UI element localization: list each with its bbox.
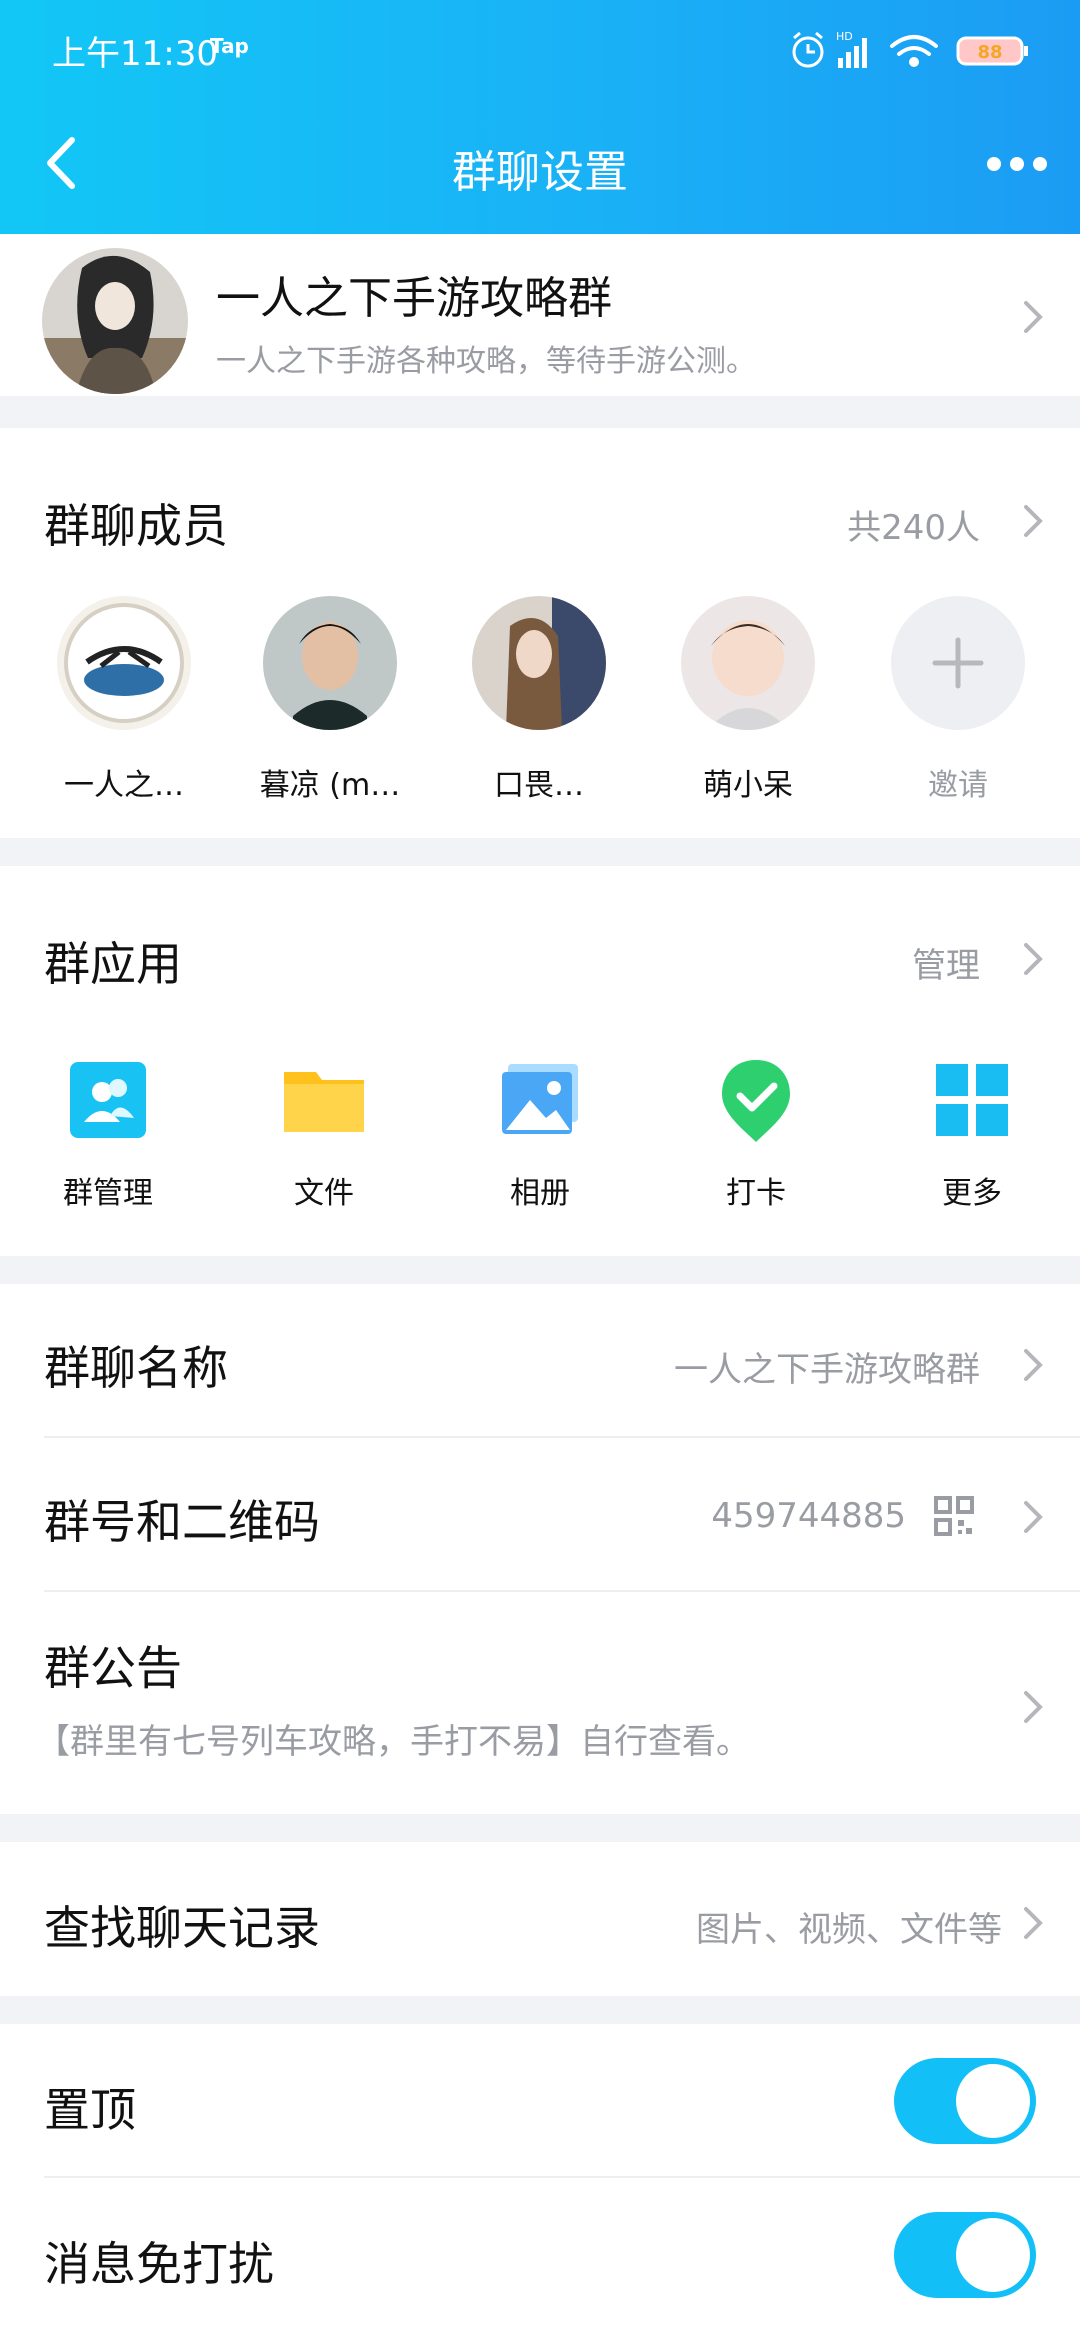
member-item[interactable]: 口畏… <box>454 596 624 804</box>
page-title: 群聊设置 <box>452 147 628 198</box>
apps-card: 群应用 管理 群管理 文件 相册 打卡 更多 <box>0 866 1080 1256</box>
chevron-right-icon <box>1024 1349 1043 1381</box>
divider <box>44 1436 1080 1438</box>
alarm-icon <box>792 31 824 68</box>
status-icons: HD 88 <box>792 30 1028 68</box>
group-number-value: 459744885 <box>711 1496 906 1536</box>
invite-label: 邀请 <box>928 768 988 803</box>
plus-icon <box>932 637 984 689</box>
svg-text:88: 88 <box>977 42 1002 63</box>
member-name: 萌小呆 <box>703 768 793 803</box>
app-checkin[interactable]: 打卡 <box>676 1058 836 1212</box>
more-dots-icon <box>987 157 1047 171</box>
member-count[interactable]: 共240人 <box>847 500 980 549</box>
member-item[interactable]: 一人之… <box>39 596 209 804</box>
toggle-knob <box>956 2218 1030 2292</box>
checkin-icon <box>722 1060 790 1142</box>
member-avatar <box>57 596 191 730</box>
search-history-label: 查找聊天记录 <box>44 1901 320 1955</box>
app-files[interactable]: 文件 <box>244 1058 404 1212</box>
group-manage-icon <box>70 1062 146 1138</box>
more-grid-icon <box>936 1064 1008 1136</box>
mute-toggle[interactable] <box>894 2212 1036 2298</box>
chevron-right-icon <box>1024 505 1043 537</box>
qr-code-icon <box>934 1496 974 1536</box>
app-label: 群管理 <box>63 1176 153 1211</box>
group-avatar <box>42 248 188 394</box>
svg-text:HD: HD <box>836 30 853 43</box>
member-avatar <box>472 596 606 730</box>
members-card: 群聊成员 共240人 一人之… 暮凉 (m… 口畏… 萌小呆 邀请 <box>0 428 1080 838</box>
app-album[interactable]: 相册 <box>460 1058 620 1212</box>
member-name: 暮凉 (m… <box>259 768 401 803</box>
toggle-knob <box>956 2064 1030 2138</box>
chevron-right-icon <box>1024 301 1043 333</box>
group-profile-card[interactable]: 一人之下手游攻略群 一人之下手游各种攻略，等待手游公测。 <box>0 234 1080 396</box>
invite-circle <box>891 596 1025 730</box>
pin-toggle[interactable] <box>894 2058 1036 2144</box>
group-name-value: 一人之下手游攻略群 <box>674 1350 980 1390</box>
group-name: 一人之下手游攻略群 <box>216 273 612 324</box>
mute-label: 消息免打扰 <box>44 2237 274 2291</box>
group-info-card: 群聊名称 一人之下手游攻略群 群号和二维码 459744885 群公告 【群里有… <box>0 1284 1080 1814</box>
chevron-right-icon <box>1024 1907 1043 1939</box>
member-item[interactable]: 萌小呆 <box>663 596 833 804</box>
divider <box>44 1590 1080 1592</box>
title-bar: 上午11:30 Tap HD 88 群聊设置 <box>0 0 1080 234</box>
invite-button[interactable]: 邀请 <box>873 596 1043 804</box>
manage-link[interactable]: 管理 <box>912 938 980 987</box>
app-group-manage[interactable]: 群管理 <box>28 1058 188 1212</box>
chevron-right-icon <box>1024 943 1043 975</box>
group-number-label: 群号和二维码 <box>44 1495 320 1549</box>
pin-label: 置顶 <box>44 2083 136 2137</box>
search-history-hint: 图片、视频、文件等 <box>696 1910 1002 1950</box>
chevron-right-icon <box>1024 1691 1043 1723</box>
app-more[interactable]: 更多 <box>892 1058 1052 1212</box>
app-label: 文件 <box>294 1176 354 1211</box>
member-name: 口畏… <box>494 768 584 803</box>
toggle-card: 置顶 消息免打扰 <box>0 2024 1080 2340</box>
group-name-label: 群聊名称 <box>44 1341 228 1395</box>
album-icon <box>502 1064 578 1134</box>
search-history-row[interactable]: 查找聊天记录 图片、视频、文件等 <box>0 1842 1080 1996</box>
member-avatar <box>263 596 397 730</box>
folder-icon <box>284 1072 364 1132</box>
group-notice-text: 【群里有七号列车攻略，手打不易】自行查看。 <box>36 1722 750 1762</box>
more-options-button[interactable] <box>984 144 1050 184</box>
app-label: 相册 <box>510 1176 570 1211</box>
chevron-right-icon <box>1024 1501 1043 1533</box>
battery-icon: 88 <box>956 36 1028 66</box>
group-notice-label: 群公告 <box>44 1641 182 1695</box>
wifi-icon <box>890 35 938 67</box>
member-avatar <box>681 596 815 730</box>
apps-title: 群应用 <box>44 937 182 991</box>
app-label: 打卡 <box>726 1176 786 1211</box>
status-tap-label: Tap <box>210 34 249 58</box>
group-description: 一人之下手游各种攻略，等待手游公测。 <box>216 344 756 379</box>
signal-icon: HD <box>836 30 867 68</box>
member-name: 一人之… <box>64 768 184 803</box>
member-item[interactable]: 暮凉 (m… <box>245 596 415 804</box>
status-time: 上午11:30 <box>52 34 218 74</box>
app-label: 更多 <box>942 1176 1002 1211</box>
members-title: 群聊成员 <box>44 499 228 553</box>
divider <box>44 2176 1080 2178</box>
